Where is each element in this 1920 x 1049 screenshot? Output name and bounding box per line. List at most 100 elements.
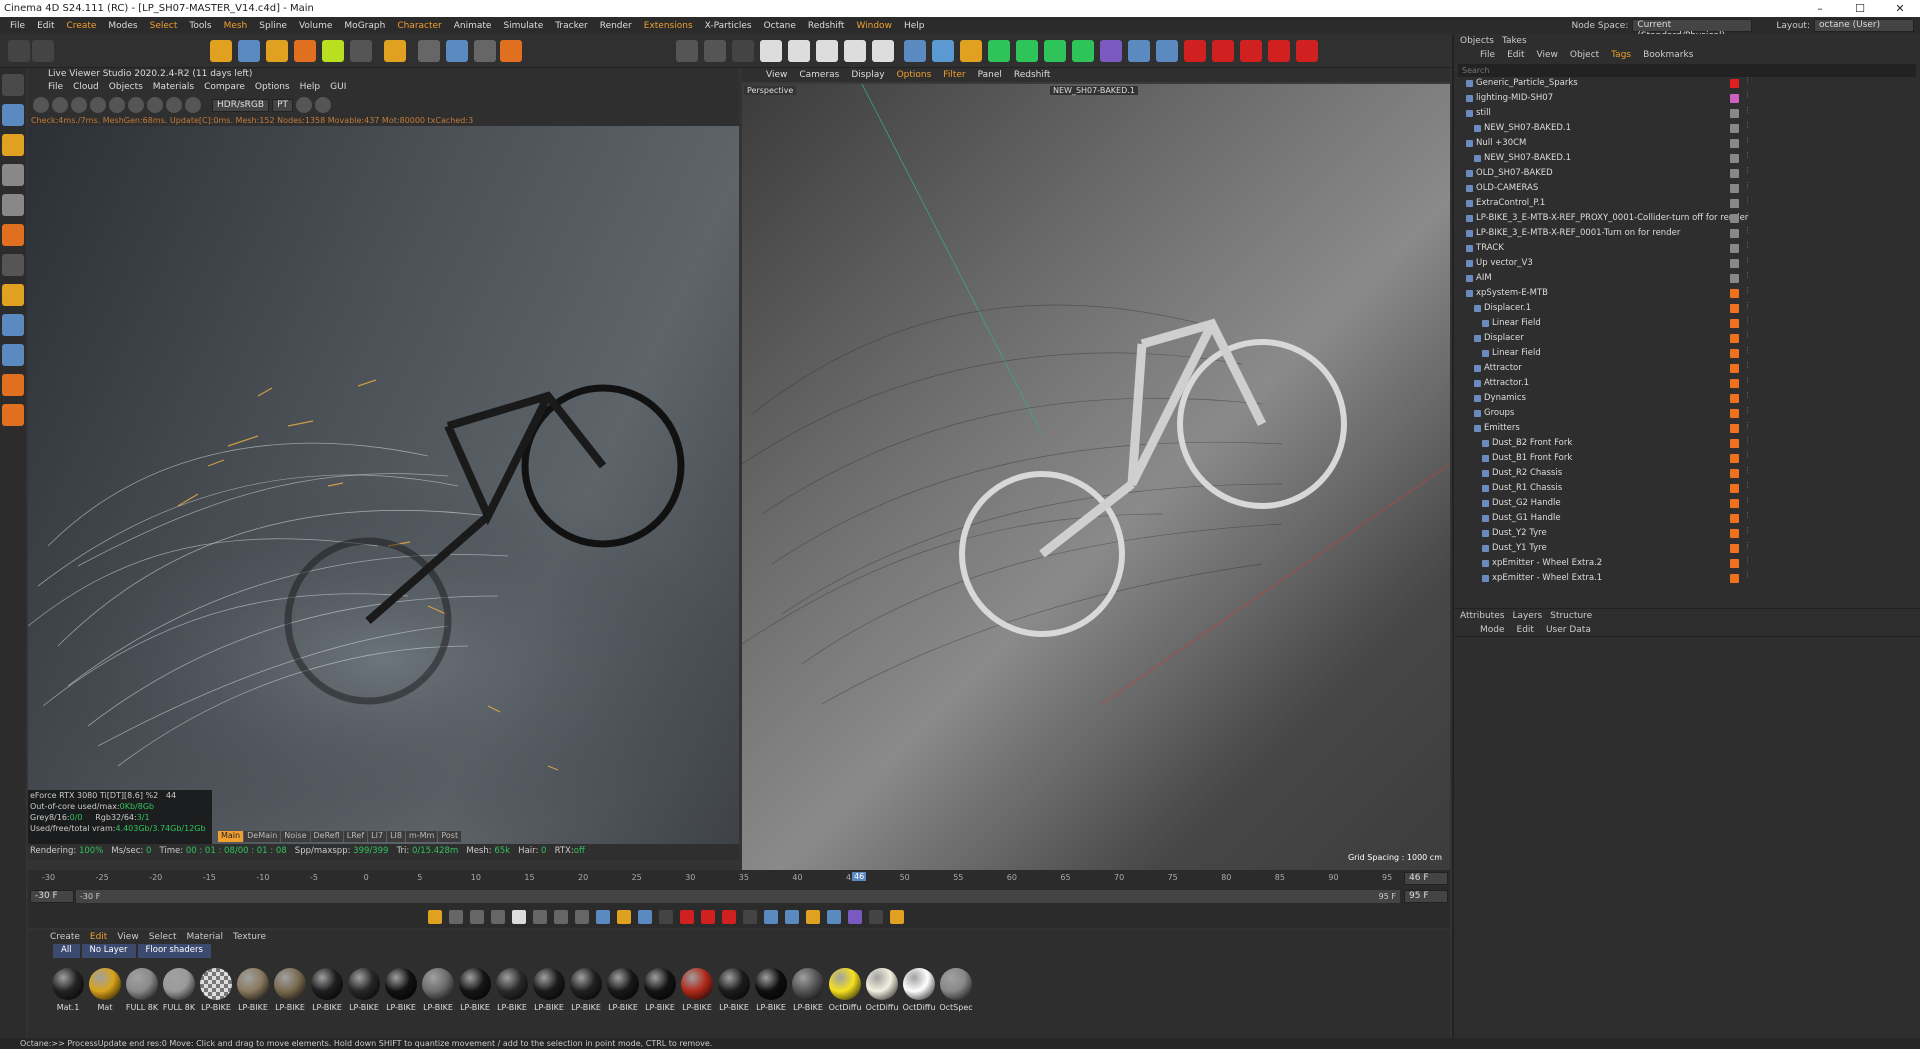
material-swatch[interactable] xyxy=(385,968,417,1000)
redo-icon[interactable] xyxy=(32,40,54,62)
camera-icon[interactable] xyxy=(315,97,332,113)
material-swatch[interactable] xyxy=(940,968,972,1000)
spacer3-icon[interactable] xyxy=(869,910,883,924)
material-swatch[interactable] xyxy=(866,968,898,1000)
pass-tab-post[interactable]: Post xyxy=(438,831,462,842)
material-filter-all[interactable]: All xyxy=(53,944,80,958)
material-menu-select[interactable]: Select xyxy=(149,932,177,942)
fcurve-icon[interactable] xyxy=(617,910,631,924)
subdivision-icon[interactable] xyxy=(988,40,1010,62)
add-primitive-icon[interactable] xyxy=(932,40,954,62)
material-swatch[interactable] xyxy=(200,968,232,1000)
layer-color-swatch[interactable] xyxy=(1730,514,1739,523)
visibility-toggle[interactable]: ⋮ xyxy=(1744,167,1751,179)
scale-icon[interactable] xyxy=(294,40,316,62)
brush-icon[interactable] xyxy=(2,374,24,396)
play-icon[interactable] xyxy=(512,910,526,924)
texture-mode-icon[interactable] xyxy=(2,134,24,156)
loop-icon[interactable] xyxy=(596,910,610,924)
octane-camera-icon[interactable] xyxy=(1184,40,1206,62)
snapping-icon[interactable] xyxy=(2,314,24,336)
menu-animate[interactable]: Animate xyxy=(448,21,498,31)
layer-color-swatch[interactable] xyxy=(1730,154,1739,163)
object-row[interactable]: OLD-CAMERAS ⋮ xyxy=(1454,181,1914,196)
material-swatch[interactable] xyxy=(311,968,343,1000)
octane-light-icon[interactable] xyxy=(1212,40,1234,62)
visibility-toggle[interactable]: ⋮ xyxy=(1744,542,1751,554)
menu-spline[interactable]: Spline xyxy=(253,21,293,31)
visibility-toggle[interactable]: ⋮ xyxy=(1744,107,1751,119)
clapboard-icon[interactable] xyxy=(816,40,838,62)
layer-color-swatch[interactable] xyxy=(1730,124,1739,133)
menu-tools[interactable]: Tools xyxy=(183,21,217,31)
object-row[interactable]: Dust_G2 Handle ⋮ xyxy=(1454,496,1914,511)
pass-tab-derefl[interactable]: DeRefl xyxy=(310,831,343,842)
maximize-button[interactable]: ☐ xyxy=(1840,0,1880,17)
layer-color-swatch[interactable] xyxy=(1730,289,1739,298)
lv-menu-file[interactable]: File xyxy=(48,82,63,92)
material-menu-texture[interactable]: Texture xyxy=(233,932,266,942)
visibility-toggle[interactable]: ⋮ xyxy=(1744,332,1751,344)
lv-menu-help[interactable]: Help xyxy=(300,82,321,92)
object-row[interactable]: xpEmitter - Wheel Extra.1 ⋮ xyxy=(1454,571,1914,586)
object-menu-edit[interactable]: Edit xyxy=(1507,50,1524,60)
layer-color-swatch[interactable] xyxy=(1730,94,1739,103)
object-row[interactable]: Dust_Y2 Tyre ⋮ xyxy=(1454,526,1914,541)
lv-menu-options[interactable]: Options xyxy=(255,82,290,92)
material-menu-material[interactable]: Material xyxy=(186,932,223,942)
material-swatch[interactable] xyxy=(681,968,713,1000)
layer-color-swatch[interactable] xyxy=(1730,229,1739,238)
attribute-tab-layers[interactable]: Layers xyxy=(1512,611,1542,621)
save-image-icon[interactable] xyxy=(296,97,313,113)
send-scene-icon[interactable] xyxy=(33,97,49,113)
visibility-toggle[interactable]: ⋮ xyxy=(1744,437,1751,449)
auto-key-icon[interactable] xyxy=(701,910,715,924)
object-tab-takes[interactable]: Takes xyxy=(1502,36,1527,46)
dots-icon[interactable] xyxy=(890,910,904,924)
attribute-menu-mode[interactable]: Mode xyxy=(1480,625,1505,635)
motion-path-icon[interactable] xyxy=(638,910,652,924)
material-swatch[interactable] xyxy=(496,968,528,1000)
object-row[interactable]: Attractor.1 ⋮ xyxy=(1454,376,1914,391)
octane-material-icon[interactable] xyxy=(1240,40,1262,62)
visibility-toggle[interactable]: ⋮ xyxy=(1744,212,1751,224)
light-icon[interactable] xyxy=(1156,40,1178,62)
locked-workplane-icon[interactable] xyxy=(2,344,24,366)
go-start-icon[interactable] xyxy=(449,910,463,924)
menu-create[interactable]: Create xyxy=(61,21,103,31)
layer-color-swatch[interactable] xyxy=(1730,109,1739,118)
viewport-menu-cameras[interactable]: Cameras xyxy=(799,70,839,80)
object-row[interactable]: Dust_R1 Chassis ⋮ xyxy=(1454,481,1914,496)
layer-color-swatch[interactable] xyxy=(1730,304,1739,313)
key-scale-icon[interactable] xyxy=(806,910,820,924)
go-end-icon[interactable] xyxy=(575,910,589,924)
visibility-toggle[interactable]: ⋮ xyxy=(1744,287,1751,299)
field-icon[interactable] xyxy=(1072,40,1094,62)
viewport-camera-label[interactable]: NEW_SH07-BAKED.1 xyxy=(1050,86,1138,95)
picture-viewer-icon[interactable] xyxy=(872,40,894,62)
spacer-icon[interactable] xyxy=(659,910,673,924)
object-row[interactable]: Dynamics ⋮ xyxy=(1454,391,1914,406)
visibility-toggle[interactable]: ⋮ xyxy=(1744,197,1751,209)
undo-icon[interactable] xyxy=(8,40,30,62)
lock-icon[interactable] xyxy=(109,97,125,113)
pass-tab-noise[interactable]: Noise xyxy=(281,831,310,842)
pick-material-icon[interactable] xyxy=(166,97,182,113)
next-frame-icon[interactable] xyxy=(533,910,547,924)
object-row[interactable]: Null +30CM ⋮ xyxy=(1454,136,1914,151)
menu-modes[interactable]: Modes xyxy=(102,21,143,31)
snap-icon[interactable] xyxy=(350,40,372,62)
region-render-icon[interactable] xyxy=(128,97,144,113)
menu-octane[interactable]: Octane xyxy=(758,21,802,31)
material-swatch[interactable] xyxy=(755,968,787,1000)
color-space-select[interactable]: HDR/sRGB xyxy=(212,98,270,112)
material-swatch[interactable] xyxy=(792,968,824,1000)
layer-color-swatch[interactable] xyxy=(1730,364,1739,373)
viewport-menu-options[interactable]: Options xyxy=(897,70,932,80)
coordinate-system-icon[interactable] xyxy=(500,40,522,62)
layer-color-swatch[interactable] xyxy=(1730,319,1739,328)
visibility-toggle[interactable]: ⋮ xyxy=(1744,482,1751,494)
render-image[interactable] xyxy=(28,126,739,844)
layer-color-swatch[interactable] xyxy=(1730,169,1739,178)
prev-frame-icon[interactable] xyxy=(491,910,505,924)
